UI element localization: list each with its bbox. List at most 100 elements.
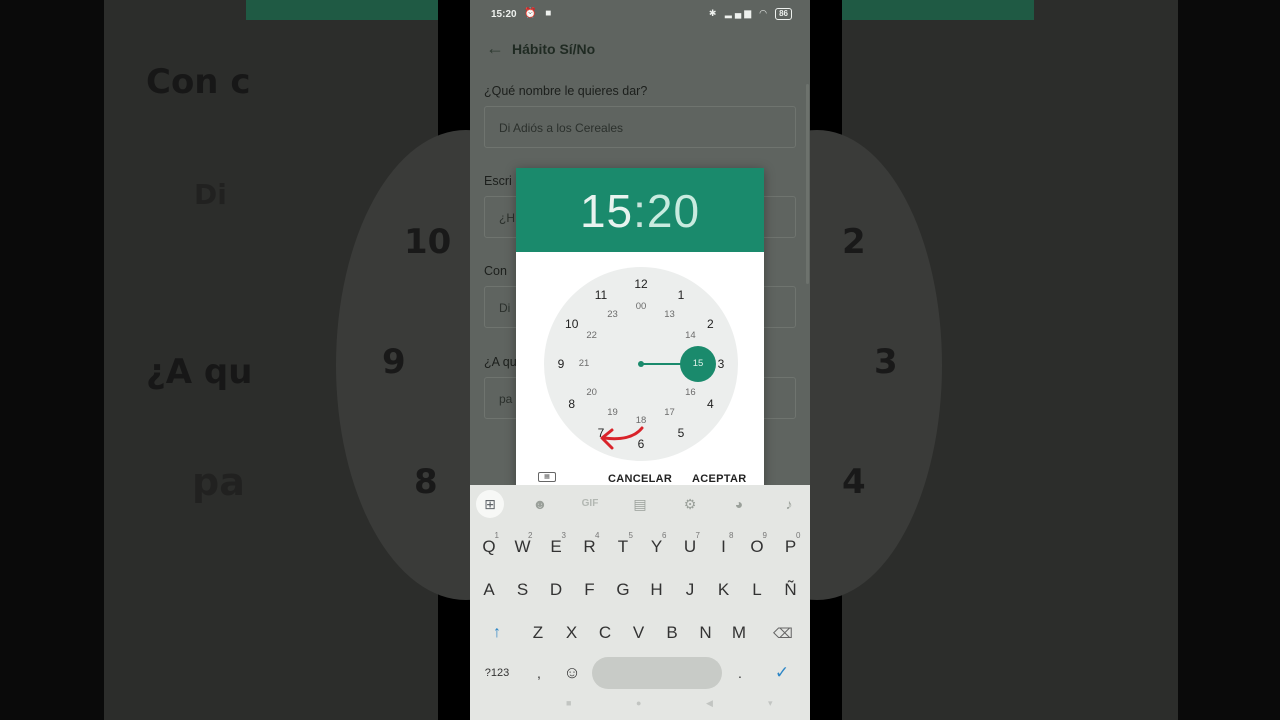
clock-number[interactable]: 1: [669, 287, 693, 303]
key-q[interactable]: Q1: [474, 529, 504, 565]
key-t[interactable]: T5: [608, 529, 638, 565]
key-label: Y: [650, 537, 663, 556]
mic-icon[interactable]: ♪: [776, 493, 802, 515]
minute-display[interactable]: 20: [647, 185, 700, 237]
key-label: E: [550, 537, 562, 556]
key-o[interactable]: O9: [742, 529, 772, 565]
app-bar: ← Hábito Sí/No: [470, 30, 810, 70]
key-d[interactable]: D: [541, 572, 571, 608]
keyboard-icon[interactable]: ▦: [538, 472, 556, 482]
bg-text: 10: [404, 222, 452, 262]
description-label: Escri: [484, 174, 512, 188]
clock-number[interactable]: 14: [678, 328, 702, 344]
key-j[interactable]: J: [675, 572, 705, 608]
soft-keyboard: ⊞ ☻ GIF ▤ ⚙ ◕ ♪ Q1W2E3R4T5Y6U7I8O9P0 ASD…: [470, 485, 810, 720]
hour-display[interactable]: 15: [580, 185, 633, 237]
selected-hour-knob[interactable]: 15: [680, 346, 716, 382]
home-icon[interactable]: ●: [636, 698, 641, 708]
key-c[interactable]: C: [590, 615, 620, 651]
keyboard-hide-icon[interactable]: ▾: [768, 698, 773, 709]
bg-text: 2: [842, 222, 866, 262]
key-w[interactable]: W2: [508, 529, 538, 565]
recents-icon[interactable]: ■: [566, 698, 571, 708]
key-a[interactable]: A: [474, 572, 504, 608]
clock-number[interactable]: 12: [629, 276, 653, 292]
bg-text: 4: [842, 462, 866, 502]
clock-number[interactable]: 21: [572, 356, 596, 372]
key-l[interactable]: L: [742, 572, 772, 608]
bg-text: 3: [874, 342, 898, 382]
clock-number[interactable]: 11: [589, 287, 613, 303]
symbols-key[interactable]: ?123: [477, 655, 517, 691]
gear-icon[interactable]: ⚙: [677, 493, 703, 515]
page-title: Hábito Sí/No: [512, 41, 596, 57]
key-hint: 6: [662, 531, 667, 540]
frequency-field-value: Di: [499, 301, 511, 315]
time-label: ¿A qu: [484, 355, 517, 369]
key-ñ[interactable]: Ñ: [776, 572, 806, 608]
selected-time: 15:20: [516, 184, 764, 238]
key-r[interactable]: R4: [575, 529, 605, 565]
cancel-button[interactable]: CANCELAR: [608, 473, 672, 485]
key-v[interactable]: V: [624, 615, 654, 651]
navigation-bar: ■ ● ◀ ▾: [470, 690, 810, 720]
key-p[interactable]: P0: [776, 529, 806, 565]
shift-key[interactable]: ↑: [482, 615, 512, 651]
accept-button[interactable]: ACEPTAR: [692, 473, 746, 485]
key-s[interactable]: S: [508, 572, 538, 608]
key-label: R: [583, 537, 596, 556]
key-n[interactable]: N: [691, 615, 721, 651]
apps-icon[interactable]: ⊞: [476, 490, 504, 518]
key-label: P: [784, 537, 797, 556]
key-label: I: [721, 537, 726, 556]
bg-text: ¿A qu: [146, 352, 253, 392]
key-i[interactable]: I8: [709, 529, 739, 565]
arrow-left-icon[interactable]: ←: [486, 38, 504, 59]
key-m[interactable]: M: [724, 615, 754, 651]
status-bar: 15:20 ⏰ ■ ✱ ▂▄▆ ◠ 86: [470, 0, 810, 30]
key-g[interactable]: G: [608, 572, 638, 608]
key-f[interactable]: F: [575, 572, 605, 608]
background-panel-left: Con c Di 10 9 ¿A qu pa 8: [104, 0, 596, 720]
bg-text: pa: [192, 460, 245, 504]
palette-icon[interactable]: ◕: [726, 493, 752, 515]
comma-key[interactable]: ,: [524, 655, 554, 691]
annotation-arrow-icon: [600, 426, 644, 450]
key-hint: 3: [561, 531, 566, 540]
clock-number[interactable]: 17: [658, 405, 682, 421]
period-key[interactable]: .: [725, 655, 755, 691]
key-y[interactable]: Y6: [642, 529, 672, 565]
clock-number[interactable]: 20: [580, 385, 604, 401]
key-x[interactable]: X: [557, 615, 587, 651]
status-time: 15:20: [491, 9, 517, 20]
scrollbar[interactable]: [806, 84, 809, 284]
description-field-value: ¿H: [499, 211, 515, 225]
clock-number[interactable]: 22: [580, 328, 604, 344]
key-k[interactable]: K: [709, 572, 739, 608]
clock-number[interactable]: 9: [549, 356, 573, 372]
clock-number[interactable]: 16: [678, 385, 702, 401]
space-key[interactable]: [592, 657, 722, 689]
clock-number[interactable]: 13: [658, 307, 682, 323]
clipboard-icon[interactable]: ▤: [627, 493, 653, 515]
clock-number[interactable]: 00: [629, 299, 653, 315]
key-e[interactable]: E3: [541, 529, 571, 565]
status-icons: ✱ ▂▄▆ ◠ 86: [709, 8, 792, 20]
key-h[interactable]: H: [642, 572, 672, 608]
clock-number[interactable]: 19: [601, 405, 625, 421]
name-field[interactable]: Di Adiós a los Cereales: [484, 106, 796, 148]
enter-key[interactable]: ✓: [767, 655, 797, 691]
key-b[interactable]: B: [657, 615, 687, 651]
emoji-icon[interactable]: ☺: [557, 655, 587, 691]
key-z[interactable]: Z: [523, 615, 553, 651]
gif-button[interactable]: GIF: [577, 493, 603, 515]
back-icon[interactable]: ◀: [706, 698, 713, 709]
clock-number[interactable]: 23: [601, 307, 625, 323]
key-hint: 8: [729, 531, 734, 540]
sticker-icon[interactable]: ☻: [527, 493, 553, 515]
delete-key[interactable]: ⌫: [768, 615, 798, 651]
key-u[interactable]: U7: [675, 529, 705, 565]
clock-number[interactable]: 5: [669, 425, 693, 441]
keyboard-toolbar: ⊞ ☻ GIF ▤ ⚙ ◕ ♪: [470, 485, 810, 523]
bg-text: Con c: [146, 62, 251, 102]
